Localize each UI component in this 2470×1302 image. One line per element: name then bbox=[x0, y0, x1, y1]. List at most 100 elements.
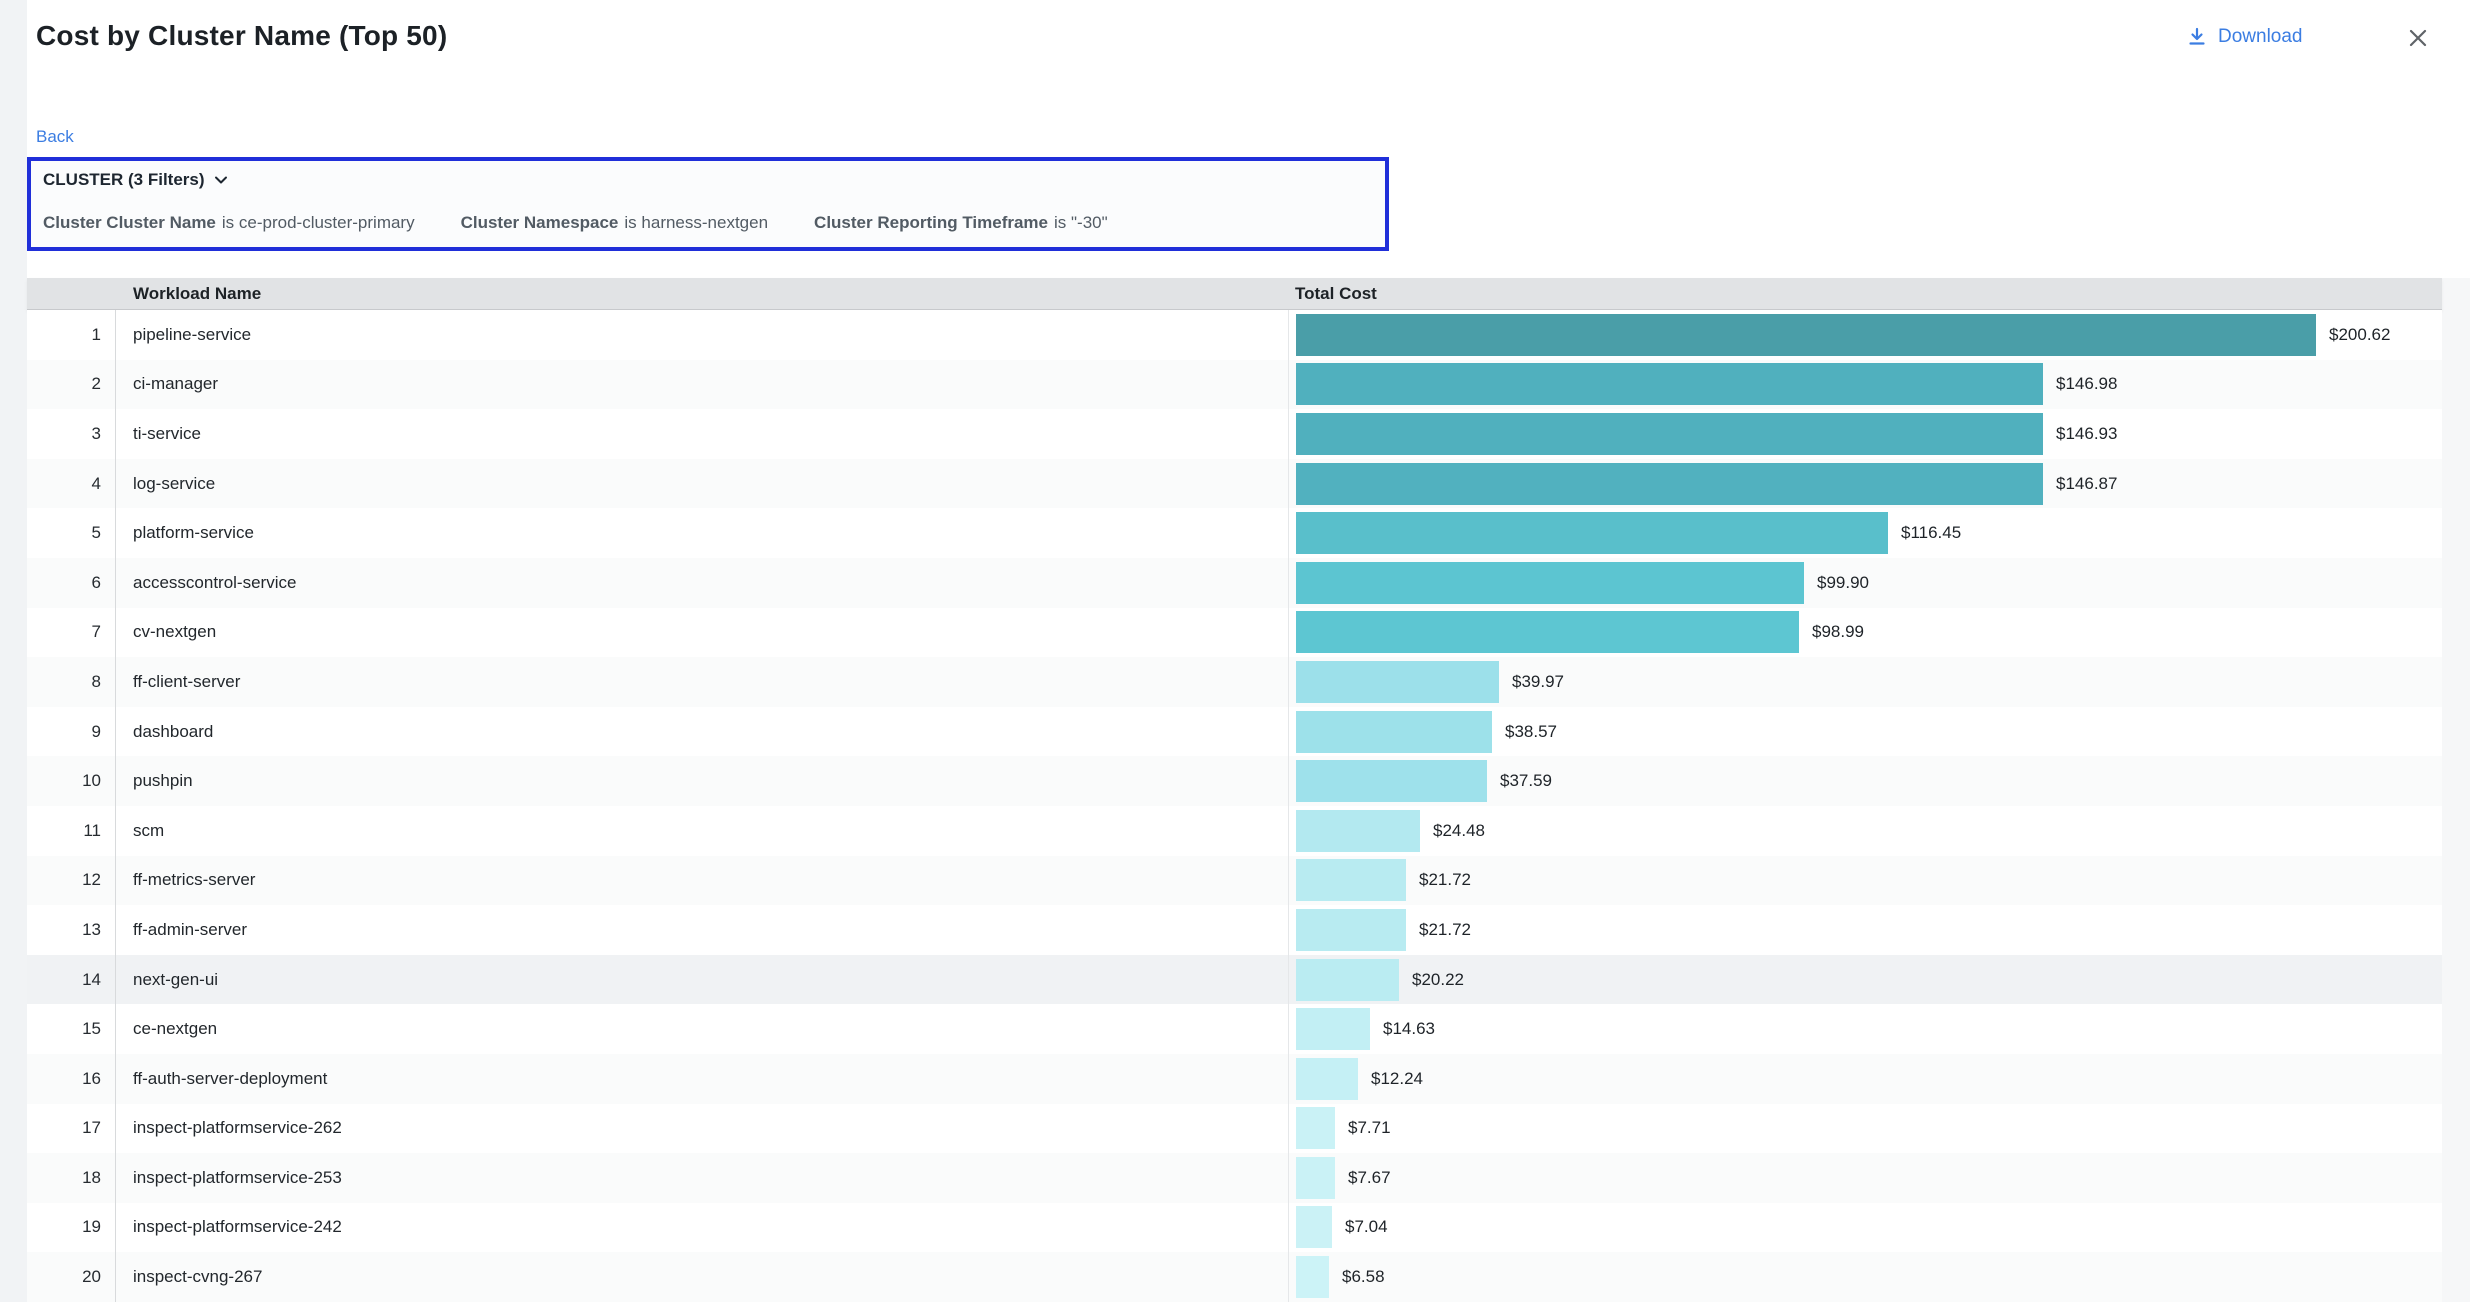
table-row[interactable]: 10pushpin$37.59 bbox=[27, 756, 2442, 806]
workload-name-column-header: Workload Name bbox=[133, 284, 261, 304]
row-rank: 2 bbox=[27, 360, 116, 410]
total-cost-cell: $146.98 bbox=[1288, 360, 2442, 410]
cost-bar[interactable] bbox=[1296, 512, 1888, 554]
cost-value-label: $99.90 bbox=[1817, 573, 1869, 593]
table-row[interactable]: 1pipeline-service$200.62 bbox=[27, 310, 2442, 360]
total-cost-cell: $98.99 bbox=[1288, 608, 2442, 658]
row-rank: 12 bbox=[27, 856, 116, 906]
row-rank: 6 bbox=[27, 558, 116, 608]
workload-name: ff-metrics-server bbox=[116, 856, 1288, 906]
cost-bar[interactable] bbox=[1296, 760, 1487, 802]
cost-bar[interactable] bbox=[1296, 1157, 1335, 1199]
total-cost-cell: $39.97 bbox=[1288, 657, 2442, 707]
back-link[interactable]: Back bbox=[36, 127, 74, 147]
row-rank: 1 bbox=[27, 310, 116, 360]
row-rank: 7 bbox=[27, 608, 116, 658]
cost-bar[interactable] bbox=[1296, 810, 1420, 852]
total-cost-cell: $7.04 bbox=[1288, 1203, 2442, 1253]
workload-name: inspect-platformservice-253 bbox=[116, 1153, 1288, 1203]
table-row[interactable]: 5platform-service$116.45 bbox=[27, 508, 2442, 558]
row-rank: 20 bbox=[27, 1252, 116, 1302]
row-rank: 13 bbox=[27, 905, 116, 955]
workload-name: platform-service bbox=[116, 508, 1288, 558]
row-rank: 11 bbox=[27, 806, 116, 856]
cost-bar[interactable] bbox=[1296, 959, 1399, 1001]
total-cost-cell: $20.22 bbox=[1288, 955, 2442, 1005]
cost-bar[interactable] bbox=[1296, 1206, 1332, 1248]
total-cost-cell: $37.59 bbox=[1288, 756, 2442, 806]
row-rank: 19 bbox=[27, 1203, 116, 1253]
table-row[interactable]: 13ff-admin-server$21.72 bbox=[27, 905, 2442, 955]
filter-group-toggle[interactable]: CLUSTER (3 Filters) bbox=[43, 170, 228, 190]
cost-value-label: $12.24 bbox=[1371, 1069, 1423, 1089]
filter-item[interactable]: Cluster Reporting Timeframeis "-30" bbox=[814, 213, 1108, 233]
table-row[interactable]: 20inspect-cvng-267$6.58 bbox=[27, 1252, 2442, 1302]
page-title: Cost by Cluster Name (Top 50) bbox=[36, 20, 447, 52]
table-row[interactable]: 14next-gen-ui$20.22 bbox=[27, 955, 2442, 1005]
total-cost-cell: $146.87 bbox=[1288, 459, 2442, 509]
cost-bar[interactable] bbox=[1296, 909, 1406, 951]
left-gutter bbox=[0, 0, 27, 1302]
row-rank: 18 bbox=[27, 1153, 116, 1203]
cost-value-label: $6.58 bbox=[1342, 1267, 1385, 1287]
close-button[interactable] bbox=[2404, 24, 2432, 52]
filter-field: Cluster Cluster Name bbox=[43, 213, 216, 232]
cost-value-label: $116.45 bbox=[1901, 523, 1961, 543]
table-row[interactable]: 4log-service$146.87 bbox=[27, 459, 2442, 509]
workload-name: accesscontrol-service bbox=[116, 558, 1288, 608]
workload-name: pipeline-service bbox=[116, 310, 1288, 360]
table-row[interactable]: 11scm$24.48 bbox=[27, 806, 2442, 856]
table-row[interactable]: 12ff-metrics-server$21.72 bbox=[27, 856, 2442, 906]
cost-bar[interactable] bbox=[1296, 611, 1799, 653]
cost-bar[interactable] bbox=[1296, 661, 1499, 703]
table-row[interactable]: 17inspect-platformservice-262$7.71 bbox=[27, 1104, 2442, 1154]
cost-by-cluster-panel: Cost by Cluster Name (Top 50) Download B… bbox=[0, 0, 2470, 1302]
table-row[interactable]: 3ti-service $146.93 bbox=[27, 409, 2442, 459]
total-cost-cell: $21.72 bbox=[1288, 856, 2442, 906]
table-row[interactable]: 18inspect-platformservice-253$7.67 bbox=[27, 1153, 2442, 1203]
total-cost-cell: $7.67 bbox=[1288, 1153, 2442, 1203]
table-row[interactable]: 2ci-manager$146.98 bbox=[27, 360, 2442, 410]
cost-bar[interactable] bbox=[1296, 314, 2316, 356]
download-icon bbox=[2186, 26, 2208, 48]
cost-bar[interactable] bbox=[1296, 1256, 1329, 1298]
cost-bar[interactable] bbox=[1296, 1058, 1358, 1100]
row-rank: 17 bbox=[27, 1104, 116, 1154]
table-row[interactable]: 7cv-nextgen$98.99 bbox=[27, 608, 2442, 658]
table-row[interactable]: 9dashboard$38.57 bbox=[27, 707, 2442, 757]
cost-value-label: $38.57 bbox=[1505, 722, 1557, 742]
cost-value-label: $7.04 bbox=[1345, 1217, 1388, 1237]
filter-condition: is ce-prod-cluster-primary bbox=[222, 213, 415, 232]
workload-name: ce-nextgen bbox=[116, 1004, 1288, 1054]
table-row[interactable]: 6accesscontrol-service $99.90 bbox=[27, 558, 2442, 608]
workload-name: log-service bbox=[116, 459, 1288, 509]
filter-item[interactable]: Cluster Namespaceis harness-nextgen bbox=[461, 213, 768, 233]
total-cost-cell: $24.48 bbox=[1288, 806, 2442, 856]
table-row[interactable]: 8ff-client-server$39.97 bbox=[27, 657, 2442, 707]
workload-name: ti-service bbox=[116, 409, 1288, 459]
cost-bar[interactable] bbox=[1296, 562, 1804, 604]
download-label: Download bbox=[2218, 26, 2303, 48]
filter-item[interactable]: Cluster Cluster Name is ce-prod-cluster-p… bbox=[43, 213, 415, 233]
cost-value-label: $14.63 bbox=[1383, 1019, 1435, 1039]
cost-bar[interactable] bbox=[1296, 1107, 1335, 1149]
cost-bar[interactable] bbox=[1296, 859, 1406, 901]
filter-field: Cluster Reporting Timeframe bbox=[814, 213, 1048, 232]
workload-name: next-gen-ui bbox=[116, 955, 1288, 1005]
download-button[interactable]: Download bbox=[2186, 26, 2303, 48]
row-rank: 10 bbox=[27, 756, 116, 806]
filter-field: Cluster Namespace bbox=[461, 213, 619, 232]
cost-value-label: $146.93 bbox=[2056, 424, 2117, 444]
table-row[interactable]: 19inspect-platformservice-242$7.04 bbox=[27, 1203, 2442, 1253]
table-row[interactable]: 16ff-auth-server-deployment$12.24 bbox=[27, 1054, 2442, 1104]
table-row[interactable]: 15ce-nextgen$14.63 bbox=[27, 1004, 2442, 1054]
total-cost-column-header: Total Cost bbox=[1295, 284, 1377, 304]
cost-bar[interactable] bbox=[1296, 711, 1492, 753]
cost-bar[interactable] bbox=[1296, 463, 2043, 505]
cost-bar[interactable] bbox=[1296, 363, 2043, 405]
cost-bar[interactable] bbox=[1296, 1008, 1370, 1050]
filter-list: Cluster Cluster Name is ce-prod-cluster-p… bbox=[43, 213, 1108, 233]
cost-bar[interactable] bbox=[1296, 413, 2043, 455]
row-rank: 3 bbox=[27, 409, 116, 459]
cost-value-label: $20.22 bbox=[1412, 970, 1464, 990]
